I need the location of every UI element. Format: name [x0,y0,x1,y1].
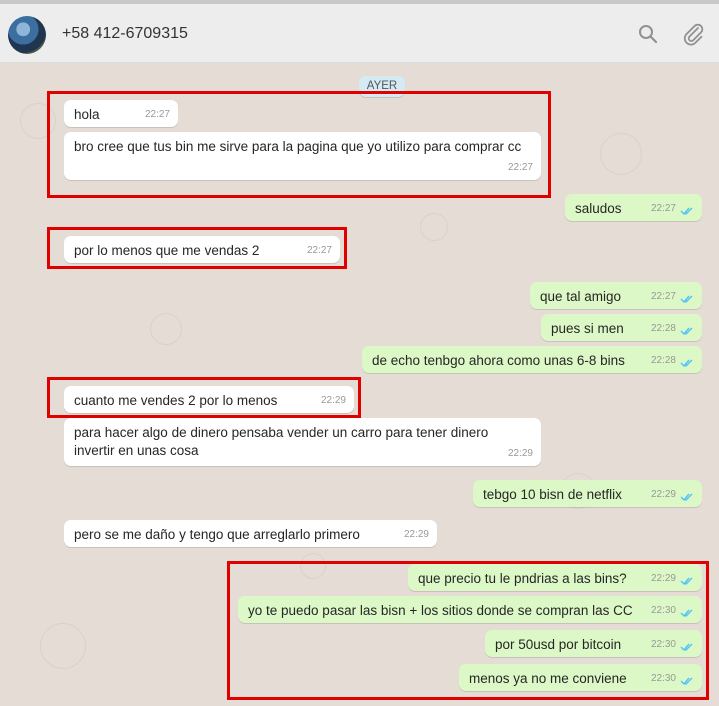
read-receipt-icon [680,327,693,336]
highlight-box [47,377,361,418]
message-time: 22:27 [650,203,676,214]
message-outgoing[interactable]: que tal amigo 22:27 [530,282,702,309]
message-time: 22:29 [650,489,676,500]
message-outgoing[interactable]: tebgo 10 bisn de netflix 22:29 [473,480,702,507]
highlight-box [227,561,709,700]
chat-header: +58 412-6709315 [0,4,719,63]
message-time: 22:28 [650,355,676,366]
wallpaper-doodle [420,213,448,241]
highlight-box [47,227,347,269]
highlight-box [47,91,551,198]
attach-icon[interactable] [679,20,707,48]
message-time: 22:29 [507,448,533,459]
message-time: 22:28 [650,323,676,334]
contact-name[interactable]: +58 412-6709315 [62,25,188,43]
wallpaper-doodle [150,313,182,345]
wallpaper-doodle [600,133,642,175]
contact-avatar[interactable] [8,16,46,54]
message-time: 22:29 [403,529,429,540]
read-receipt-icon [680,295,693,304]
message-outgoing[interactable]: de echo tenbgo ahora como unas 6-8 bins … [362,346,702,373]
message-incoming[interactable]: para hacer algo de dinero pensaba vender… [64,418,541,466]
message-incoming[interactable]: pero se me daño y tengo que arreglarlo p… [64,520,437,547]
message-text: de echo tenbgo ahora como unas 6-8 bins [372,353,625,368]
message-text: para hacer algo de dinero pensaba vender… [74,425,489,458]
wallpaper-doodle [40,623,86,669]
message-time: 22:27 [650,291,676,302]
read-receipt-icon [680,493,693,502]
search-icon[interactable] [634,20,662,48]
message-text: pero se me daño y tengo que arreglarlo p… [74,527,360,542]
read-receipt-icon [680,207,693,216]
message-outgoing[interactable]: saludos 22:27 [565,194,702,221]
read-receipt-icon [680,359,693,368]
message-outgoing[interactable]: pues si men 22:28 [541,314,702,341]
